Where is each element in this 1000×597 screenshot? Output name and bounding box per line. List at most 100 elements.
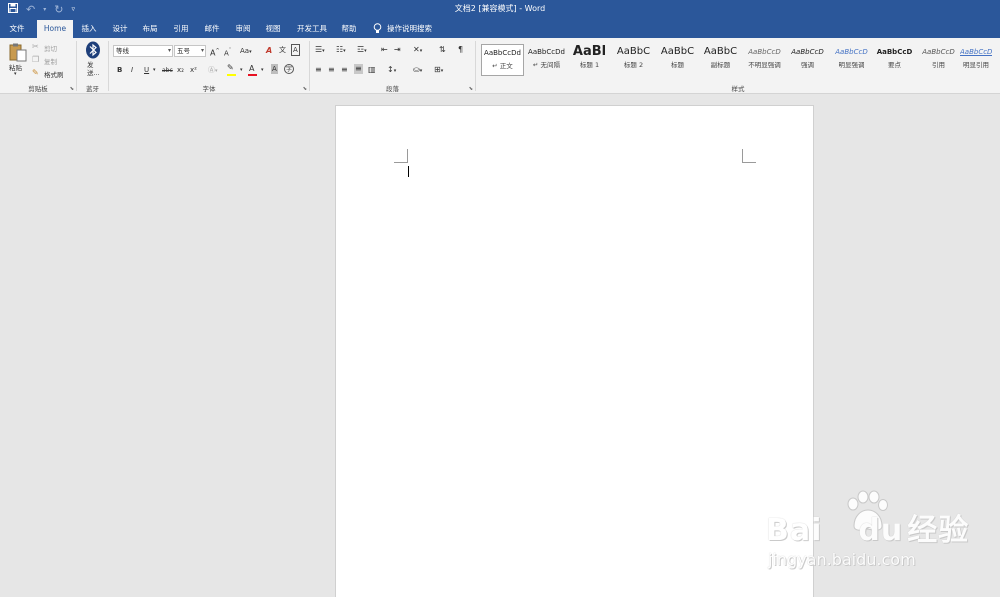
- style-name: 不明显强调: [748, 61, 781, 69]
- phonetic-guide-icon[interactable]: 文: [279, 45, 286, 55]
- align-right-icon[interactable]: ≡: [341, 65, 348, 75]
- superscript-button[interactable]: x²: [190, 65, 197, 75]
- align-left-icon[interactable]: ≡: [315, 65, 322, 75]
- tab-insert[interactable]: 插入: [76, 19, 102, 38]
- text-effects-icon[interactable]: Ⓐ▾: [208, 65, 218, 76]
- style-subtitle[interactable]: AaBbC 副标题: [699, 44, 742, 76]
- show-marks-icon[interactable]: ¶: [458, 45, 463, 55]
- cut-label: 剪切: [44, 45, 57, 53]
- clear-formatting-icon[interactable]: A: [266, 46, 272, 56]
- style-strong[interactable]: AaBbCcD 要点: [873, 44, 916, 76]
- distributed-icon[interactable]: ▥: [368, 65, 376, 75]
- tab-view[interactable]: 视图: [260, 19, 286, 38]
- enclose-characters-icon[interactable]: 字: [284, 64, 294, 74]
- strikethrough-button[interactable]: abc: [162, 66, 173, 76]
- tab-mailings[interactable]: 邮件: [199, 19, 225, 38]
- font-group-label: 字体: [202, 85, 216, 93]
- title-bar: ↶ ▾ ↻ ▿ 文档2 [兼容模式] - Word: [0, 0, 1000, 19]
- highlight-dropdown-icon[interactable]: ▾: [240, 65, 243, 75]
- copy-icon: ❐: [32, 55, 40, 64]
- watermark-brand-part1: Bai: [766, 513, 823, 548]
- clear-formatting-glyph: A: [266, 46, 273, 55]
- group-clipboard: 粘贴 ▾ ✂ 剪切 ❐ 复制 ✎ 格式刷 剪贴板 ⬊: [0, 38, 76, 94]
- style-quote[interactable]: AaBbCcD 引用: [917, 44, 960, 76]
- tab-developer[interactable]: 开发工具: [294, 19, 330, 38]
- tab-review[interactable]: 审阅: [230, 19, 256, 38]
- chevron-down-icon[interactable]: ▾: [201, 46, 204, 56]
- clipboard-launcher-icon[interactable]: ⬊: [70, 86, 74, 92]
- underline-button[interactable]: U: [144, 65, 149, 75]
- font-size-combo[interactable]: 五号 ▾: [174, 45, 206, 57]
- grow-font-icon[interactable]: A^: [210, 46, 220, 59]
- highlight-color-bar: [227, 74, 236, 76]
- group-font: 等线 ▾ 五号 ▾ A^ Aˇ Aa▾ A 文 A B I U ▾ abc x₂…: [109, 38, 309, 94]
- group-bluetooth: 发送... 蓝牙: [77, 38, 108, 94]
- ribbon-home: 粘贴 ▾ ✂ 剪切 ❐ 复制 ✎ 格式刷 剪贴板 ⬊ 发送... 蓝牙 等线 ▾…: [0, 38, 1000, 94]
- style-name: 引用: [932, 61, 945, 69]
- style-intense-emphasis[interactable]: AaBbCcD 明显强调: [830, 44, 873, 76]
- paragraph-launcher-icon[interactable]: ⬊: [469, 86, 473, 92]
- chevron-down-icon[interactable]: ▾: [168, 46, 171, 56]
- numbering-icon[interactable]: ☷▾: [336, 45, 346, 56]
- document-page[interactable]: [335, 105, 814, 597]
- decrease-indent-icon[interactable]: ⇤: [381, 45, 388, 55]
- group-paragraph: ☰▾ ☷▾ ☲▾ ⇤ ⇥ ✕▾ ⇅ ¶ ≡ ≡ ≡ ≡ ▥ ↕▾ ⛀▾ ⊞▾ 段…: [310, 38, 475, 94]
- character-border-icon[interactable]: A: [291, 44, 300, 56]
- style-no-spacing[interactable]: AaBbCcDd ↵ 无间隔: [525, 44, 568, 76]
- italic-button[interactable]: I: [131, 65, 133, 75]
- font-launcher-icon[interactable]: ⬊: [303, 86, 307, 92]
- tab-design[interactable]: 设计: [107, 19, 133, 38]
- font-name-combo[interactable]: 等线 ▾: [113, 45, 173, 57]
- align-center-icon[interactable]: ≡: [328, 65, 335, 75]
- enclose-characters-glyph: 字: [285, 66, 292, 73]
- text-cursor: [408, 166, 409, 177]
- character-shading-icon[interactable]: A: [271, 64, 278, 74]
- style-heading-1[interactable]: AaBl 标题 1: [568, 44, 611, 76]
- shading-icon[interactable]: ⛀▾: [413, 65, 422, 76]
- style-title[interactable]: AaBbC 标题: [656, 44, 699, 76]
- style-name: 副标题: [710, 61, 731, 69]
- sort-icon[interactable]: ⇅: [439, 45, 446, 55]
- font-color-icon[interactable]: A: [249, 64, 254, 74]
- style-name: ↵ 无间隔: [532, 61, 560, 69]
- tab-home[interactable]: Home: [37, 20, 73, 38]
- baidu-jingyan-watermark: Bai du 经验 jingyan.baidu.com: [766, 488, 969, 578]
- style-emphasis[interactable]: AaBbCcD 强调: [786, 44, 829, 76]
- bluetooth-send-button[interactable]: 发送...: [81, 41, 105, 81]
- style-sample: AaBbC: [660, 46, 695, 57]
- style-normal[interactable]: AaBbCcDd ↵ 正文: [481, 44, 524, 76]
- paste-icon: [9, 43, 27, 62]
- tab-layout[interactable]: 布局: [137, 19, 163, 38]
- style-sample: AaBl: [572, 44, 607, 59]
- multilevel-list-icon[interactable]: ☲▾: [357, 45, 367, 56]
- style-sample: AaBbCcD: [835, 48, 868, 56]
- tell-me-search[interactable]: 操作说明搜索: [373, 19, 439, 38]
- style-name: 强调: [801, 61, 814, 69]
- subscript-button[interactable]: x₂: [177, 65, 184, 75]
- font-color-dropdown-icon[interactable]: ▾: [261, 65, 264, 75]
- paste-dropdown-icon[interactable]: ▾: [14, 71, 17, 77]
- tab-help[interactable]: 帮助: [336, 19, 362, 38]
- style-subtle-emphasis[interactable]: AaBbCcD 不明显强调: [743, 44, 786, 76]
- chinese-layout-icon[interactable]: ✕▾: [413, 45, 422, 56]
- style-sample: AaBbCcDd: [484, 49, 521, 57]
- highlight-icon[interactable]: ✎: [227, 63, 234, 73]
- font-size-value: 五号: [177, 47, 190, 55]
- justify-icon[interactable]: ≡: [354, 64, 363, 74]
- borders-icon[interactable]: ⊞▾: [434, 65, 443, 76]
- shrink-font-icon[interactable]: Aˇ: [224, 46, 231, 58]
- change-case-glyph: Aa: [240, 47, 250, 55]
- watermark-brand: Bai du 经验: [766, 505, 969, 549]
- style-heading-2[interactable]: AaBbC 标题 2: [612, 44, 655, 76]
- tab-file[interactable]: 文件: [4, 19, 30, 38]
- change-case-icon[interactable]: Aa▾: [240, 46, 252, 57]
- paste-button[interactable]: 粘贴 ▾: [6, 42, 30, 78]
- bullets-icon[interactable]: ☰▾: [315, 45, 325, 56]
- tab-references[interactable]: 引用: [168, 19, 194, 38]
- bold-button[interactable]: B: [117, 65, 122, 75]
- increase-indent-icon[interactable]: ⇥: [394, 45, 401, 55]
- style-sample: AaBbC: [703, 46, 738, 57]
- line-spacing-icon[interactable]: ↕▾: [387, 65, 396, 76]
- style-intense-quote[interactable]: AaBbCcD 明显引用: [960, 44, 992, 76]
- underline-dropdown-icon[interactable]: ▾: [153, 65, 156, 75]
